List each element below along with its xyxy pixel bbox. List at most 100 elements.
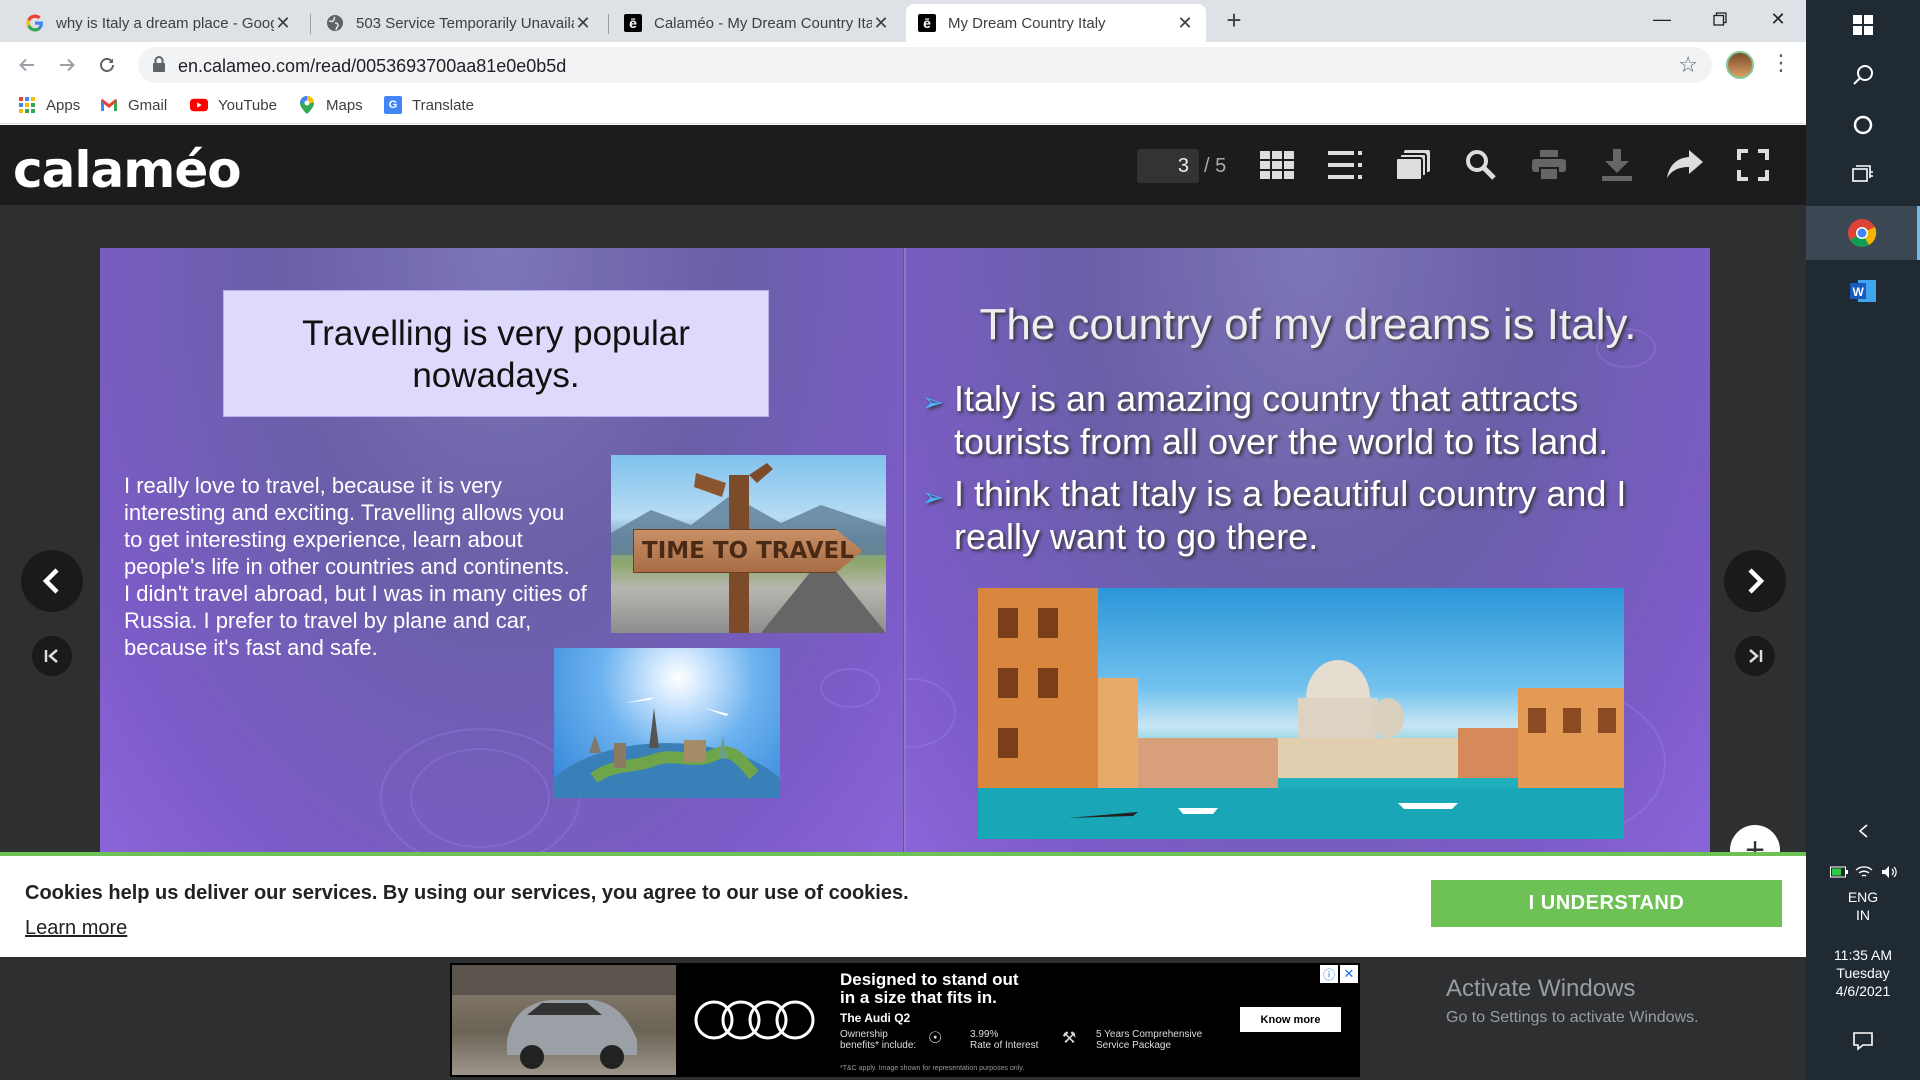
activate-title: Activate Windows [1446, 975, 1636, 1002]
library-icon[interactable] [1393, 145, 1433, 185]
profile-avatar[interactable] [1726, 51, 1754, 79]
bookmark-youtube[interactable]: YouTube [190, 96, 277, 114]
cortana-icon[interactable] [1806, 100, 1920, 150]
activate-windows-watermark: Activate Windows Go to Settings to activ… [1446, 975, 1699, 1027]
title-line: nowadays. [412, 356, 580, 395]
print-icon[interactable] [1529, 145, 1569, 185]
bookmark-label: Gmail [128, 96, 168, 114]
audi-ad-banner[interactable]: Designed to stand out in a size that fit… [450, 963, 1360, 1077]
close-icon[interactable]: ✕ [574, 13, 592, 34]
clock-day: Tuesday [1836, 965, 1890, 981]
tab-title: 503 Service Temporarily Unavaila [356, 14, 574, 32]
close-icon[interactable]: ✕ [872, 13, 890, 34]
grid-view-icon[interactable] [1257, 145, 1297, 185]
page-number-input[interactable]: 3 [1137, 149, 1199, 183]
time-to-travel-sign: TIME TO TRAVEL [633, 529, 863, 573]
tab-my-dream-country-italy[interactable]: ē My Dream Country Italy ✕ [906, 4, 1206, 42]
bookmark-star-icon[interactable]: ☆ [1678, 52, 1698, 78]
table-of-contents-icon[interactable] [1325, 145, 1365, 185]
fullscreen-icon[interactable] [1733, 145, 1773, 185]
audi-rings-icon [694, 1000, 815, 1040]
body-line: I really love to travel, because it is v… [124, 473, 502, 498]
tab-title: My Dream Country Italy [948, 14, 1106, 32]
ad-text: 3.99% [970, 1029, 999, 1040]
globe-landmarks-photo [554, 648, 780, 798]
close-window-button[interactable]: ✕ [1750, 0, 1806, 38]
calameo-icon: ē [624, 14, 642, 32]
tab-503-error[interactable]: 503 Service Temporarily Unavaila ✕ [314, 4, 604, 42]
browser-toolbar: en.calameo.com/read/0053693700aa81e0e0b5… [0, 42, 1806, 88]
ad-info-icon[interactable]: ⓘ [1320, 965, 1338, 983]
youtube-icon [190, 96, 208, 114]
bullet-line: I think that Italy is a beautiful countr… [954, 473, 1627, 514]
gmail-icon [100, 96, 118, 114]
chrome-menu-icon[interactable]: ⋮ [1770, 50, 1792, 76]
forward-button[interactable] [52, 50, 82, 80]
screen: why is Italy a dream place - Goog ✕ 503 … [0, 0, 1920, 1080]
bullet-line: Italy is an amazing country that attract… [954, 378, 1579, 419]
calameo-logo[interactable]: calaméo [13, 141, 242, 199]
clock-date: 4/6/2021 [1835, 983, 1891, 999]
tab-title: why is Italy a dream place - Goog [56, 14, 274, 32]
next-page-button[interactable] [1724, 550, 1786, 612]
windows-taskbar: W ENG IN 11:35 AM Tuesday 4/6/2021 [1806, 0, 1920, 1080]
apps-grid-icon [18, 96, 36, 114]
volume-icon[interactable] [1881, 865, 1897, 879]
know-more-button[interactable]: Know more [1240, 1007, 1341, 1032]
bullet-line: tourists from all over the world to its … [954, 421, 1609, 462]
bullet-item: ➢ Italy is an amazing country that attra… [922, 377, 1674, 463]
bookmark-maps[interactable]: Maps [298, 96, 363, 114]
close-icon[interactable]: ✕ [274, 13, 292, 34]
page-left[interactable]: Travelling is very popular nowadays. I r… [100, 248, 904, 853]
bullet-arrow-icon: ➢ [922, 482, 944, 512]
restore-button[interactable] [1692, 0, 1748, 38]
ad-headline-line: in a size that fits in. [840, 988, 997, 1007]
ad-text: Ownership [840, 1029, 888, 1040]
battery-icon[interactable] [1829, 866, 1848, 878]
bookmark-translate[interactable]: G Translate [384, 96, 474, 114]
chevron-up-icon[interactable] [1806, 816, 1920, 846]
lock-icon [153, 56, 165, 72]
page-right[interactable]: The country of my dreams is Italy. ➢ Ita… [906, 248, 1710, 853]
minimize-button[interactable]: — [1634, 0, 1690, 38]
last-page-button[interactable] [1735, 636, 1775, 676]
new-tab-button[interactable]: + [1220, 5, 1248, 35]
clock[interactable]: 11:35 AM Tuesday 4/6/2021 [1806, 946, 1920, 1000]
learn-more-link[interactable]: Learn more [25, 917, 127, 940]
bookmark-gmail[interactable]: Gmail [100, 96, 167, 114]
ad-close-icon[interactable]: ✕ [1340, 965, 1358, 983]
close-icon[interactable]: ✕ [1176, 13, 1194, 34]
tab-separator [608, 14, 609, 34]
ad-headline-line: Designed to stand out [840, 970, 1019, 989]
bookmark-apps[interactable]: Apps [18, 96, 80, 114]
reload-button[interactable] [92, 50, 122, 80]
activate-subtitle: Go to Settings to activate Windows. [1446, 1009, 1699, 1026]
left-page-body: I really love to travel, because it is v… [124, 472, 614, 661]
input-language[interactable]: ENG IN [1806, 888, 1920, 924]
svg-text:W: W [1853, 285, 1865, 299]
search-icon[interactable] [1461, 145, 1501, 185]
windows-start-icon[interactable] [1806, 0, 1920, 50]
search-icon[interactable] [1806, 50, 1920, 100]
share-icon[interactable] [1665, 145, 1705, 185]
notifications-icon[interactable] [1806, 1018, 1920, 1064]
tab-google-search[interactable]: why is Italy a dream place - Goog ✕ [14, 4, 304, 42]
venice-photo [978, 588, 1624, 839]
address-bar[interactable]: en.calameo.com/read/0053693700aa81e0e0b5… [138, 47, 1712, 83]
previous-page-button[interactable] [21, 550, 83, 612]
ripple-decoration [410, 748, 550, 848]
task-view-icon[interactable] [1806, 150, 1920, 200]
download-icon[interactable] [1597, 145, 1637, 185]
chrome-taskbar-icon[interactable] [1806, 206, 1920, 260]
body-line: people's life in other countries and con… [124, 554, 570, 579]
tab-strip: why is Italy a dream place - Goog ✕ 503 … [0, 0, 1806, 42]
ad-rate: 3.99% Rate of Interest [970, 1029, 1038, 1051]
wifi-icon[interactable] [1855, 865, 1873, 879]
back-button[interactable] [12, 50, 42, 80]
word-icon[interactable]: W [1806, 266, 1920, 316]
title-line: Travelling is very popular [302, 314, 690, 353]
tab-calameo-dream-country[interactable]: ē Calaméo - My Dream Country Ita ✕ [612, 4, 902, 42]
i-understand-button[interactable]: I UNDERSTAND [1431, 880, 1782, 927]
clock-time: 11:35 AM [1833, 947, 1893, 963]
first-page-button[interactable] [32, 636, 72, 676]
